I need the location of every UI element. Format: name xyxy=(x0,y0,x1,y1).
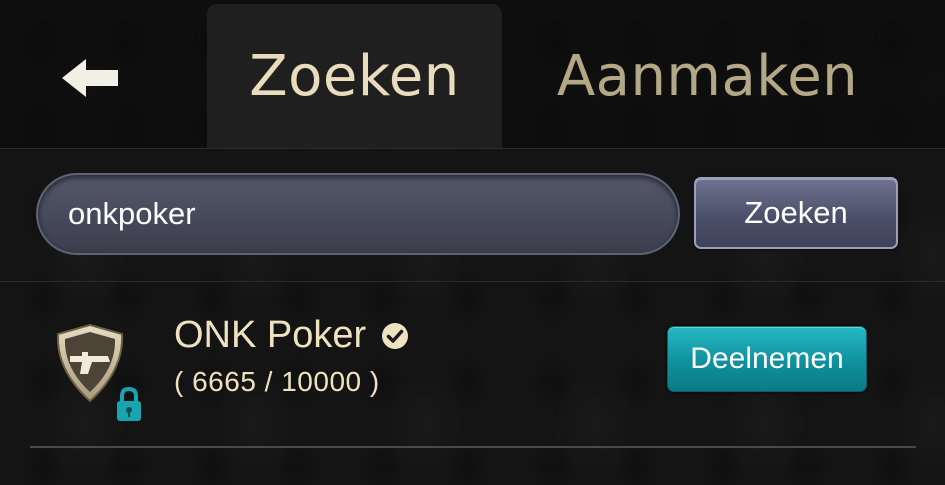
check-circle-icon xyxy=(382,322,409,349)
arrow-left-icon xyxy=(62,59,118,97)
search-input[interactable] xyxy=(36,173,680,255)
tab-zoeken-label: Zoeken xyxy=(249,43,460,109)
app-root: Zoeken Aanmaken Zoeken xyxy=(0,0,945,485)
search-row: Zoeken xyxy=(0,149,945,282)
join-button-label: Deelnemen xyxy=(690,342,844,375)
tab-aanmaken-label: Aanmaken xyxy=(556,43,859,109)
back-button[interactable] xyxy=(48,40,132,116)
club-name: ONK Poker xyxy=(174,314,410,357)
member-count: ( 6665 / 10000 ) xyxy=(174,366,380,397)
lock-icon xyxy=(117,386,141,421)
club-name-label: ONK Poker xyxy=(174,314,367,356)
search-button-label: Zoeken xyxy=(744,195,848,230)
tab-zoeken[interactable]: Zoeken xyxy=(207,4,502,148)
join-button[interactable]: Deelnemen xyxy=(667,326,867,392)
list-item: ONK Poker ( 6665 / 10000 ) Deelnemen xyxy=(0,282,945,450)
divider xyxy=(30,446,916,448)
search-button[interactable]: Zoeken xyxy=(694,177,898,249)
tab-aanmaken[interactable]: Aanmaken xyxy=(540,4,875,148)
header-bar: Zoeken Aanmaken xyxy=(0,0,945,149)
